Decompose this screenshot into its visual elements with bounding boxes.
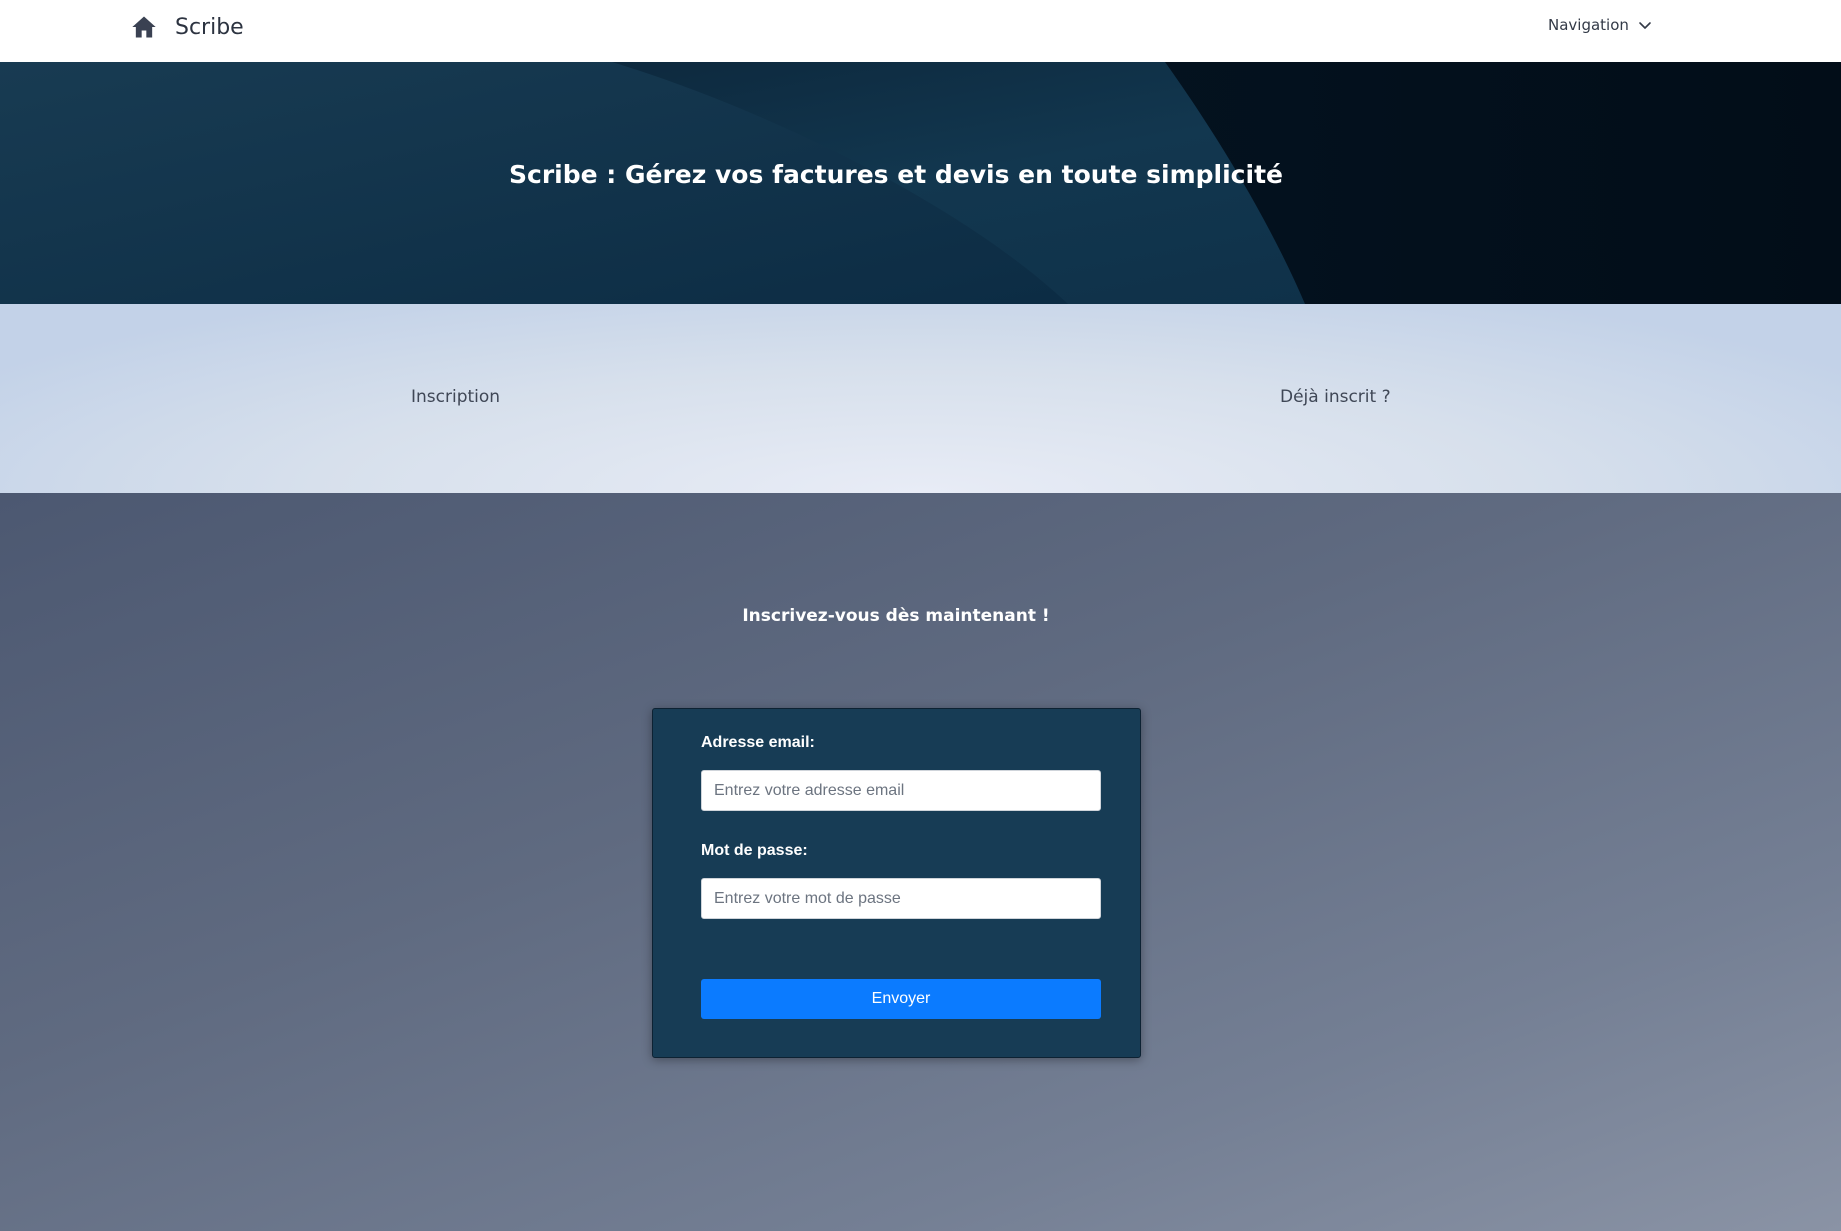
auth-links-band: Inscription Déjà inscrit ? bbox=[0, 304, 1841, 493]
already-registered-link[interactable]: Déjà inscrit ? bbox=[1280, 387, 1391, 407]
hero-title: Scribe : Gérez vos factures et devis en … bbox=[509, 160, 1283, 189]
home-icon bbox=[130, 13, 158, 41]
hero-banner: Scribe : Gérez vos factures et devis en … bbox=[0, 62, 1841, 304]
signup-section: Inscrivez-vous dès maintenant ! Adresse … bbox=[0, 493, 1841, 1231]
inscription-link[interactable]: Inscription bbox=[411, 387, 500, 407]
brand-name: Scribe bbox=[175, 14, 244, 40]
navigation-label: Navigation bbox=[1548, 16, 1629, 34]
signup-form: Adresse email: Mot de passe: Envoyer bbox=[652, 708, 1141, 1058]
submit-button[interactable]: Envoyer bbox=[701, 979, 1101, 1019]
password-field[interactable] bbox=[701, 878, 1101, 919]
signup-heading: Inscrivez-vous dès maintenant ! bbox=[742, 606, 1050, 626]
email-field[interactable] bbox=[701, 770, 1101, 811]
home-link[interactable]: Scribe bbox=[130, 13, 244, 41]
navigation-dropdown[interactable]: Navigation bbox=[1548, 16, 1653, 34]
chevron-down-icon bbox=[1629, 17, 1653, 33]
password-label: Mot de passe: bbox=[701, 842, 808, 859]
top-navbar: Scribe Navigation bbox=[0, 0, 1841, 62]
email-label: Adresse email: bbox=[701, 734, 815, 751]
